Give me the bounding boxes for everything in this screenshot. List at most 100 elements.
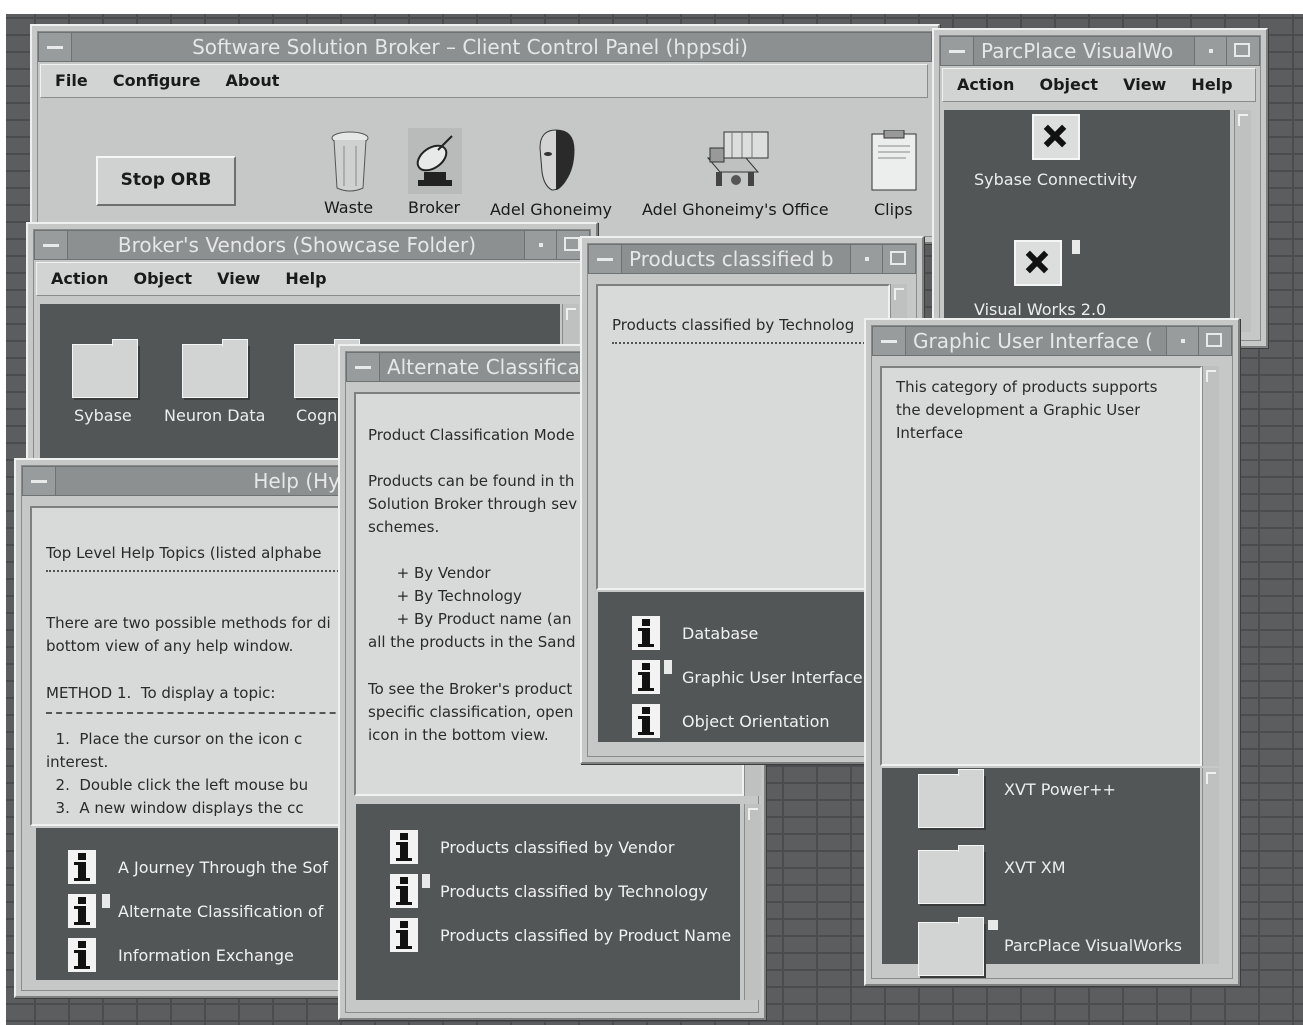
folder-icon[interactable] (918, 769, 984, 828)
folder-icon[interactable] (182, 339, 248, 398)
products-by-product-name[interactable]: Products classified by Product Name (390, 918, 731, 952)
help-titlebar[interactable]: Help (Hype (22, 466, 376, 496)
help-topic-exchange[interactable]: Information Exchange (68, 938, 294, 972)
window-menu-button[interactable] (39, 33, 72, 61)
products-text-view: Products classified by Technolog (596, 284, 890, 590)
office-icon[interactable] (706, 128, 770, 194)
clips-icon[interactable] (870, 129, 918, 196)
vendors-titlebar[interactable]: Broker's Vendors (Showcase Folder) (34, 230, 590, 260)
alt-line: schemes. (368, 518, 440, 536)
scrollbar[interactable] (1202, 366, 1219, 766)
help-line: 1. Place the cursor on the icon c (46, 730, 303, 748)
stop-orb-button[interactable]: Stop ORB (96, 156, 236, 206)
minimize-button[interactable] (524, 231, 557, 259)
help-line: interest. (46, 753, 109, 771)
menu-action[interactable]: Action (51, 263, 108, 295)
menu-object[interactable]: Object (1039, 69, 1098, 101)
alt-line: icon in the bottom view. (368, 726, 549, 744)
products-heading: Products classified by Technolog (612, 316, 855, 334)
sybase-folder-label: Sybase (74, 406, 132, 425)
menu-help[interactable]: Help (285, 263, 326, 295)
vendors-menubar: Action Object View Help (36, 262, 586, 296)
help-topics-heading: Top Level Help Topics (listed alphabe (46, 544, 322, 562)
item-label: Products classified by Product Name (440, 925, 732, 945)
item-label: Products classified by Technology (440, 881, 708, 901)
minimize-button[interactable] (1166, 327, 1199, 355)
window-menu-button[interactable] (589, 245, 622, 273)
menu-object[interactable]: Object (133, 263, 192, 295)
flag-icon (102, 894, 110, 908)
maximize-button[interactable] (1226, 37, 1259, 65)
flag-icon (664, 660, 672, 674)
visual-works-label[interactable]: Visual Works 2.0 (974, 300, 1106, 319)
help-line: METHOD 1. To display a topic: (46, 684, 276, 702)
menu-view[interactable]: View (1123, 69, 1166, 101)
help-topic-label: A Journey Through the Sof (118, 857, 328, 877)
menu-file[interactable]: File (55, 65, 88, 97)
category-object-orientation[interactable]: Object Orientation (632, 704, 830, 738)
window-menu-button[interactable] (873, 327, 906, 355)
parcplace-window: ParcPlace VisualWo Action Object View He… (932, 28, 1268, 348)
separator (46, 712, 366, 714)
window-title: Broker's Vendors (Showcase Folder) (117, 233, 477, 257)
window-menu-button[interactable] (35, 231, 68, 259)
window-menu-button[interactable] (347, 353, 380, 381)
products-icon-view: Database Graphic User Interface Object O… (598, 592, 888, 742)
folder-icon[interactable] (72, 339, 138, 398)
help-text-view: Top Level Help Topics (listed alphabe Th… (30, 506, 382, 826)
alt-line: Solution Broker through sev (368, 495, 578, 513)
flag-icon (422, 874, 430, 888)
alt-line: + By Technology (368, 587, 522, 605)
category-database[interactable]: Database (632, 616, 758, 650)
info-icon (632, 616, 660, 650)
parcplace-titlebar[interactable]: ParcPlace VisualWo (940, 36, 1260, 66)
minimize-button[interactable] (1194, 37, 1227, 65)
window-menu-button[interactable] (23, 467, 56, 495)
item-label: Products classified by Vendor (440, 837, 675, 857)
window-menu-button[interactable] (941, 37, 974, 65)
adel-ghoneimy-label: Adel Ghoneimy (490, 200, 613, 219)
help-icon-view: A Journey Through the Sof Alternate Clas… (36, 828, 382, 980)
folder-icon[interactable] (918, 845, 984, 904)
info-icon (68, 894, 96, 928)
help-topic-journey[interactable]: A Journey Through the Sof (68, 850, 328, 884)
parcplace-visualworks-label: ParcPlace VisualWorks (1004, 936, 1182, 955)
info-icon (390, 830, 418, 864)
broker-icon[interactable] (408, 128, 462, 198)
maximize-button[interactable] (882, 245, 915, 273)
menu-about[interactable]: About (226, 65, 280, 97)
scrollbar[interactable] (1202, 768, 1219, 964)
waste-icon[interactable] (328, 130, 372, 198)
products-by-technology[interactable]: Products classified by Technology (390, 874, 708, 908)
gui-titlebar[interactable]: Graphic User Interface ( (872, 326, 1232, 356)
separator (612, 342, 888, 344)
scrollbar[interactable] (744, 804, 761, 1000)
sybase-connectivity-label[interactable]: Sybase Connectivity (974, 170, 1137, 189)
menu-action[interactable]: Action (957, 69, 1014, 101)
products-by-vendor[interactable]: Products classified by Vendor (390, 830, 674, 864)
parcplace-menubar: Action Object View Help (942, 68, 1256, 102)
flag-icon (1072, 240, 1080, 254)
help-line: 3. A new window displays the cc (46, 799, 304, 817)
menu-configure[interactable]: Configure (113, 65, 201, 97)
help-topic-label: Alternate Classification of (118, 901, 324, 921)
gui-category-window: Graphic User Interface ( This category o… (864, 318, 1240, 986)
products-titlebar[interactable]: Products classified b (588, 244, 916, 274)
maximize-button[interactable] (1198, 327, 1231, 355)
tools-icon[interactable] (1032, 114, 1080, 160)
link-icon (988, 920, 998, 930)
folder-icon[interactable] (918, 917, 984, 976)
tools-icon[interactable] (1014, 240, 1062, 286)
menu-view[interactable]: View (217, 263, 260, 295)
scrollbar[interactable] (1234, 110, 1251, 332)
item-label: Database (682, 623, 759, 643)
window-title: Products classified b (629, 247, 834, 271)
help-line: bottom view of any help window. (46, 637, 294, 655)
control-panel-titlebar[interactable]: Software Solution Broker – Client Contro… (38, 32, 932, 62)
page-margin-top (0, 0, 1303, 14)
minimize-button[interactable] (850, 245, 883, 273)
menu-help[interactable]: Help (1191, 69, 1232, 101)
office-label: Adel Ghoneimy's Office (642, 200, 829, 219)
xvt-power-label: XVT Power++ (1004, 780, 1116, 799)
person-icon[interactable] (530, 128, 582, 198)
